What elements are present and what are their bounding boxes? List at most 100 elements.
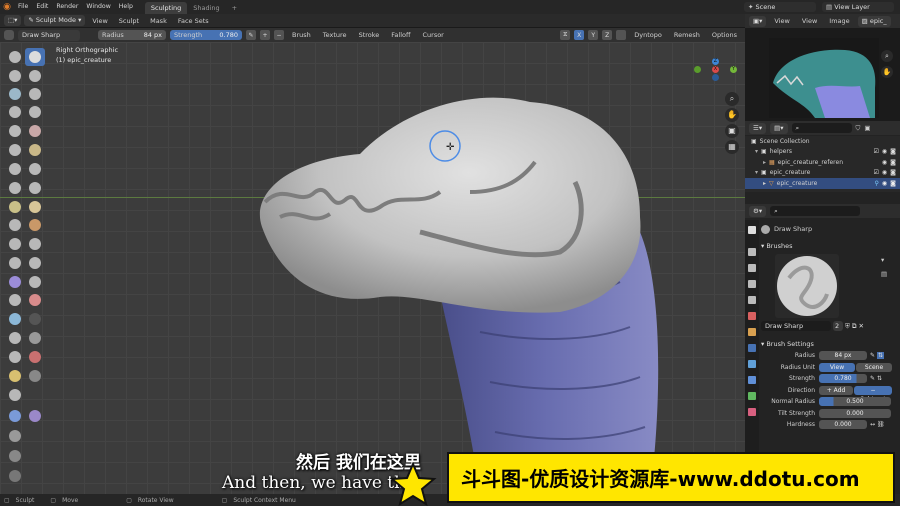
gizmo-neg-z-axis[interactable] — [712, 74, 719, 81]
subtract-direction-button[interactable]: − — [274, 30, 284, 40]
image-view-dropdown[interactable]: View — [770, 15, 793, 27]
gizmo-neg-y-axis[interactable] — [694, 66, 701, 73]
brush-thumbnail[interactable] — [775, 254, 839, 318]
brush-preview-icon[interactable] — [4, 30, 14, 40]
menu-falloff[interactable]: Falloff — [387, 29, 414, 41]
scene-selector[interactable]: ✦ Scene — [744, 2, 816, 12]
menu-stroke[interactable]: Stroke — [355, 29, 384, 41]
brush-settings-section-header[interactable]: ▾ Brush Settings — [761, 338, 899, 350]
outliner-search-input[interactable]: ⌕ — [791, 123, 852, 133]
menu-sculpt[interactable]: Sculpt — [115, 15, 143, 27]
dyntopo-checkbox[interactable] — [616, 30, 627, 40]
properties-tab-icons[interactable] — [745, 220, 759, 460]
gizmo-z-axis[interactable]: Z — [712, 58, 719, 65]
gizmo-x-axis[interactable]: X — [712, 66, 719, 73]
eye-icon[interactable]: ◉ — [882, 169, 887, 176]
reference-image-area[interactable]: ⌕ ✋ — [745, 28, 900, 121]
pressure-icon[interactable]: ✎ — [246, 30, 256, 40]
expand-arrow-icon[interactable]: ▸ — [763, 159, 766, 166]
filter-icon[interactable]: ⛉ — [856, 124, 861, 133]
unlink-brush-icon[interactable]: ✕ — [859, 322, 864, 330]
view-layer-selector[interactable]: ▤ View Layer — [822, 2, 894, 12]
camera-icon[interactable]: ◙ — [890, 159, 896, 166]
symmetry-icon[interactable]: ⧖ — [560, 30, 571, 40]
link-icon[interactable]: ⛓ — [877, 421, 885, 428]
zoom-icon[interactable]: ⌕ — [725, 92, 739, 106]
blender-logo-icon[interactable]: ◉ — [0, 0, 14, 14]
prop-tilt-strength-field[interactable]: 0.000 — [819, 408, 891, 418]
prop-hardness-field[interactable]: 0.000 — [819, 420, 867, 430]
menu-texture[interactable]: Texture — [319, 29, 351, 41]
camera-icon[interactable]: ◙ — [890, 180, 896, 187]
radius-slider[interactable]: Radius 84 px — [98, 30, 166, 40]
3d-viewport[interactable]: ✛ Right Orthographic (1) epic_creature Z… — [0, 42, 745, 494]
camera-icon[interactable]: ◙ — [890, 169, 896, 176]
brush-users-count[interactable]: 2 — [833, 321, 843, 331]
checkbox-icon[interactable]: ☑ — [874, 148, 879, 155]
brush-name-input[interactable]: Draw Sharp — [761, 321, 831, 331]
menu-window[interactable]: Window — [82, 0, 114, 14]
axis-z-toggle[interactable]: Z — [602, 30, 613, 40]
watermark-banner[interactable]: 斗斗图-优质设计资源库-www.ddotu.com — [447, 452, 895, 503]
outliner-type-dropdown[interactable]: ☰▾ — [749, 122, 767, 134]
menu-view[interactable]: View — [88, 15, 111, 27]
image-pan-icon[interactable]: ✋ — [881, 66, 893, 78]
pan-hand-icon[interactable]: ✋ — [725, 108, 739, 122]
properties-search-input[interactable]: ⌕ — [770, 206, 861, 216]
brush-list-dropdown[interactable]: ▾ — [881, 256, 884, 264]
sculpt-mesh[interactable]: ✛ — [0, 42, 745, 494]
checkbox-icon[interactable]: ☑ — [874, 169, 879, 176]
new-collection-icon[interactable]: ▣ — [864, 124, 870, 132]
dyntopo-menu[interactable]: Dyntopo — [630, 29, 666, 41]
gizmo-y-axis[interactable]: Y — [730, 66, 737, 73]
direction-add-button[interactable]: + Add — [819, 385, 853, 395]
perspective-toggle-icon[interactable]: ▦ — [725, 140, 739, 154]
image-zoom-icon[interactable]: ⌕ — [881, 50, 893, 62]
image-editor-type-dropdown[interactable]: ▣▾ — [749, 15, 767, 27]
brush-name-field[interactable]: Draw Sharp — [18, 29, 80, 41]
menu-file[interactable]: File — [14, 0, 32, 14]
expand-arrow-icon[interactable]: ▸ — [763, 180, 766, 187]
remesh-menu[interactable]: Remesh — [670, 29, 704, 41]
eye-icon[interactable]: ◉ — [882, 180, 887, 187]
direction-subtract-button[interactable]: − Subtract — [854, 385, 892, 403]
duplicate-brush-icon[interactable]: ⧉ — [852, 322, 857, 331]
menu-edit[interactable]: Edit — [32, 0, 52, 14]
camera-view-icon[interactable]: ▣ — [725, 124, 739, 138]
outliner-row-epic-creature-collection[interactable]: ▾ ▣ epic_creature ☑ ◉ ◙ — [745, 168, 900, 179]
radius-unit-scene-button[interactable]: Scene — [856, 362, 892, 372]
invert-arrows-icon[interactable]: ↔ — [870, 421, 875, 428]
image-view-menu[interactable]: View — [798, 15, 821, 27]
properties-type-dropdown[interactable]: ⚙▾ — [749, 205, 767, 217]
tab-shading[interactable]: Shading — [187, 2, 225, 14]
menu-render[interactable]: Render — [52, 0, 82, 14]
outliner-row-helpers[interactable]: ▾ ▣ helpers ☑ ◉ ◙ — [745, 147, 900, 158]
outliner-row-reference[interactable]: ▸ ▦ epic_creature_referen ◉ ◙ — [745, 157, 900, 168]
prop-strength-field[interactable]: 0.780 — [819, 374, 867, 384]
menu-brush[interactable]: Brush — [288, 29, 315, 41]
fake-user-shield-icon[interactable]: ⛨ — [845, 322, 850, 331]
brushes-section-header[interactable]: ▾ Brushes — [761, 240, 899, 252]
tab-sculpting[interactable]: Sculpting — [144, 2, 188, 14]
menu-help[interactable]: Help — [115, 0, 137, 14]
add-workspace-button[interactable]: + — [226, 2, 243, 14]
expand-arrow-icon[interactable]: ▾ — [755, 148, 758, 155]
eye-icon[interactable]: ◉ — [882, 159, 887, 166]
mode-dropdown[interactable]: ✎ Sculpt Mode ▾ — [24, 15, 86, 26]
outliner-row-scene-collection[interactable]: ▣ Scene Collection — [745, 136, 900, 147]
camera-icon[interactable]: ◙ — [890, 148, 896, 155]
axis-y-toggle[interactable]: Y — [588, 30, 599, 40]
menu-face-sets[interactable]: Face Sets — [174, 15, 213, 27]
eye-icon[interactable]: ◉ — [882, 148, 887, 155]
radius-unit-icon[interactable]: ⇅ — [877, 352, 885, 360]
navigation-gizmo[interactable]: Z Y X — [694, 58, 740, 82]
pressure-icon[interactable]: ✎ — [870, 352, 875, 359]
image-selector[interactable]: ▨ epic_ — [857, 15, 891, 27]
add-direction-button[interactable]: + — [260, 30, 270, 40]
pressure-icon[interactable]: ✎ — [870, 375, 875, 382]
prop-radius-field[interactable]: 84 px — [819, 351, 867, 361]
axis-x-toggle[interactable]: X — [574, 30, 585, 40]
strength-unit-icon[interactable]: ⇅ — [877, 375, 882, 382]
brush-menu-icon[interactable]: ▤ — [881, 270, 887, 278]
options-menu[interactable]: Options — [708, 29, 741, 41]
